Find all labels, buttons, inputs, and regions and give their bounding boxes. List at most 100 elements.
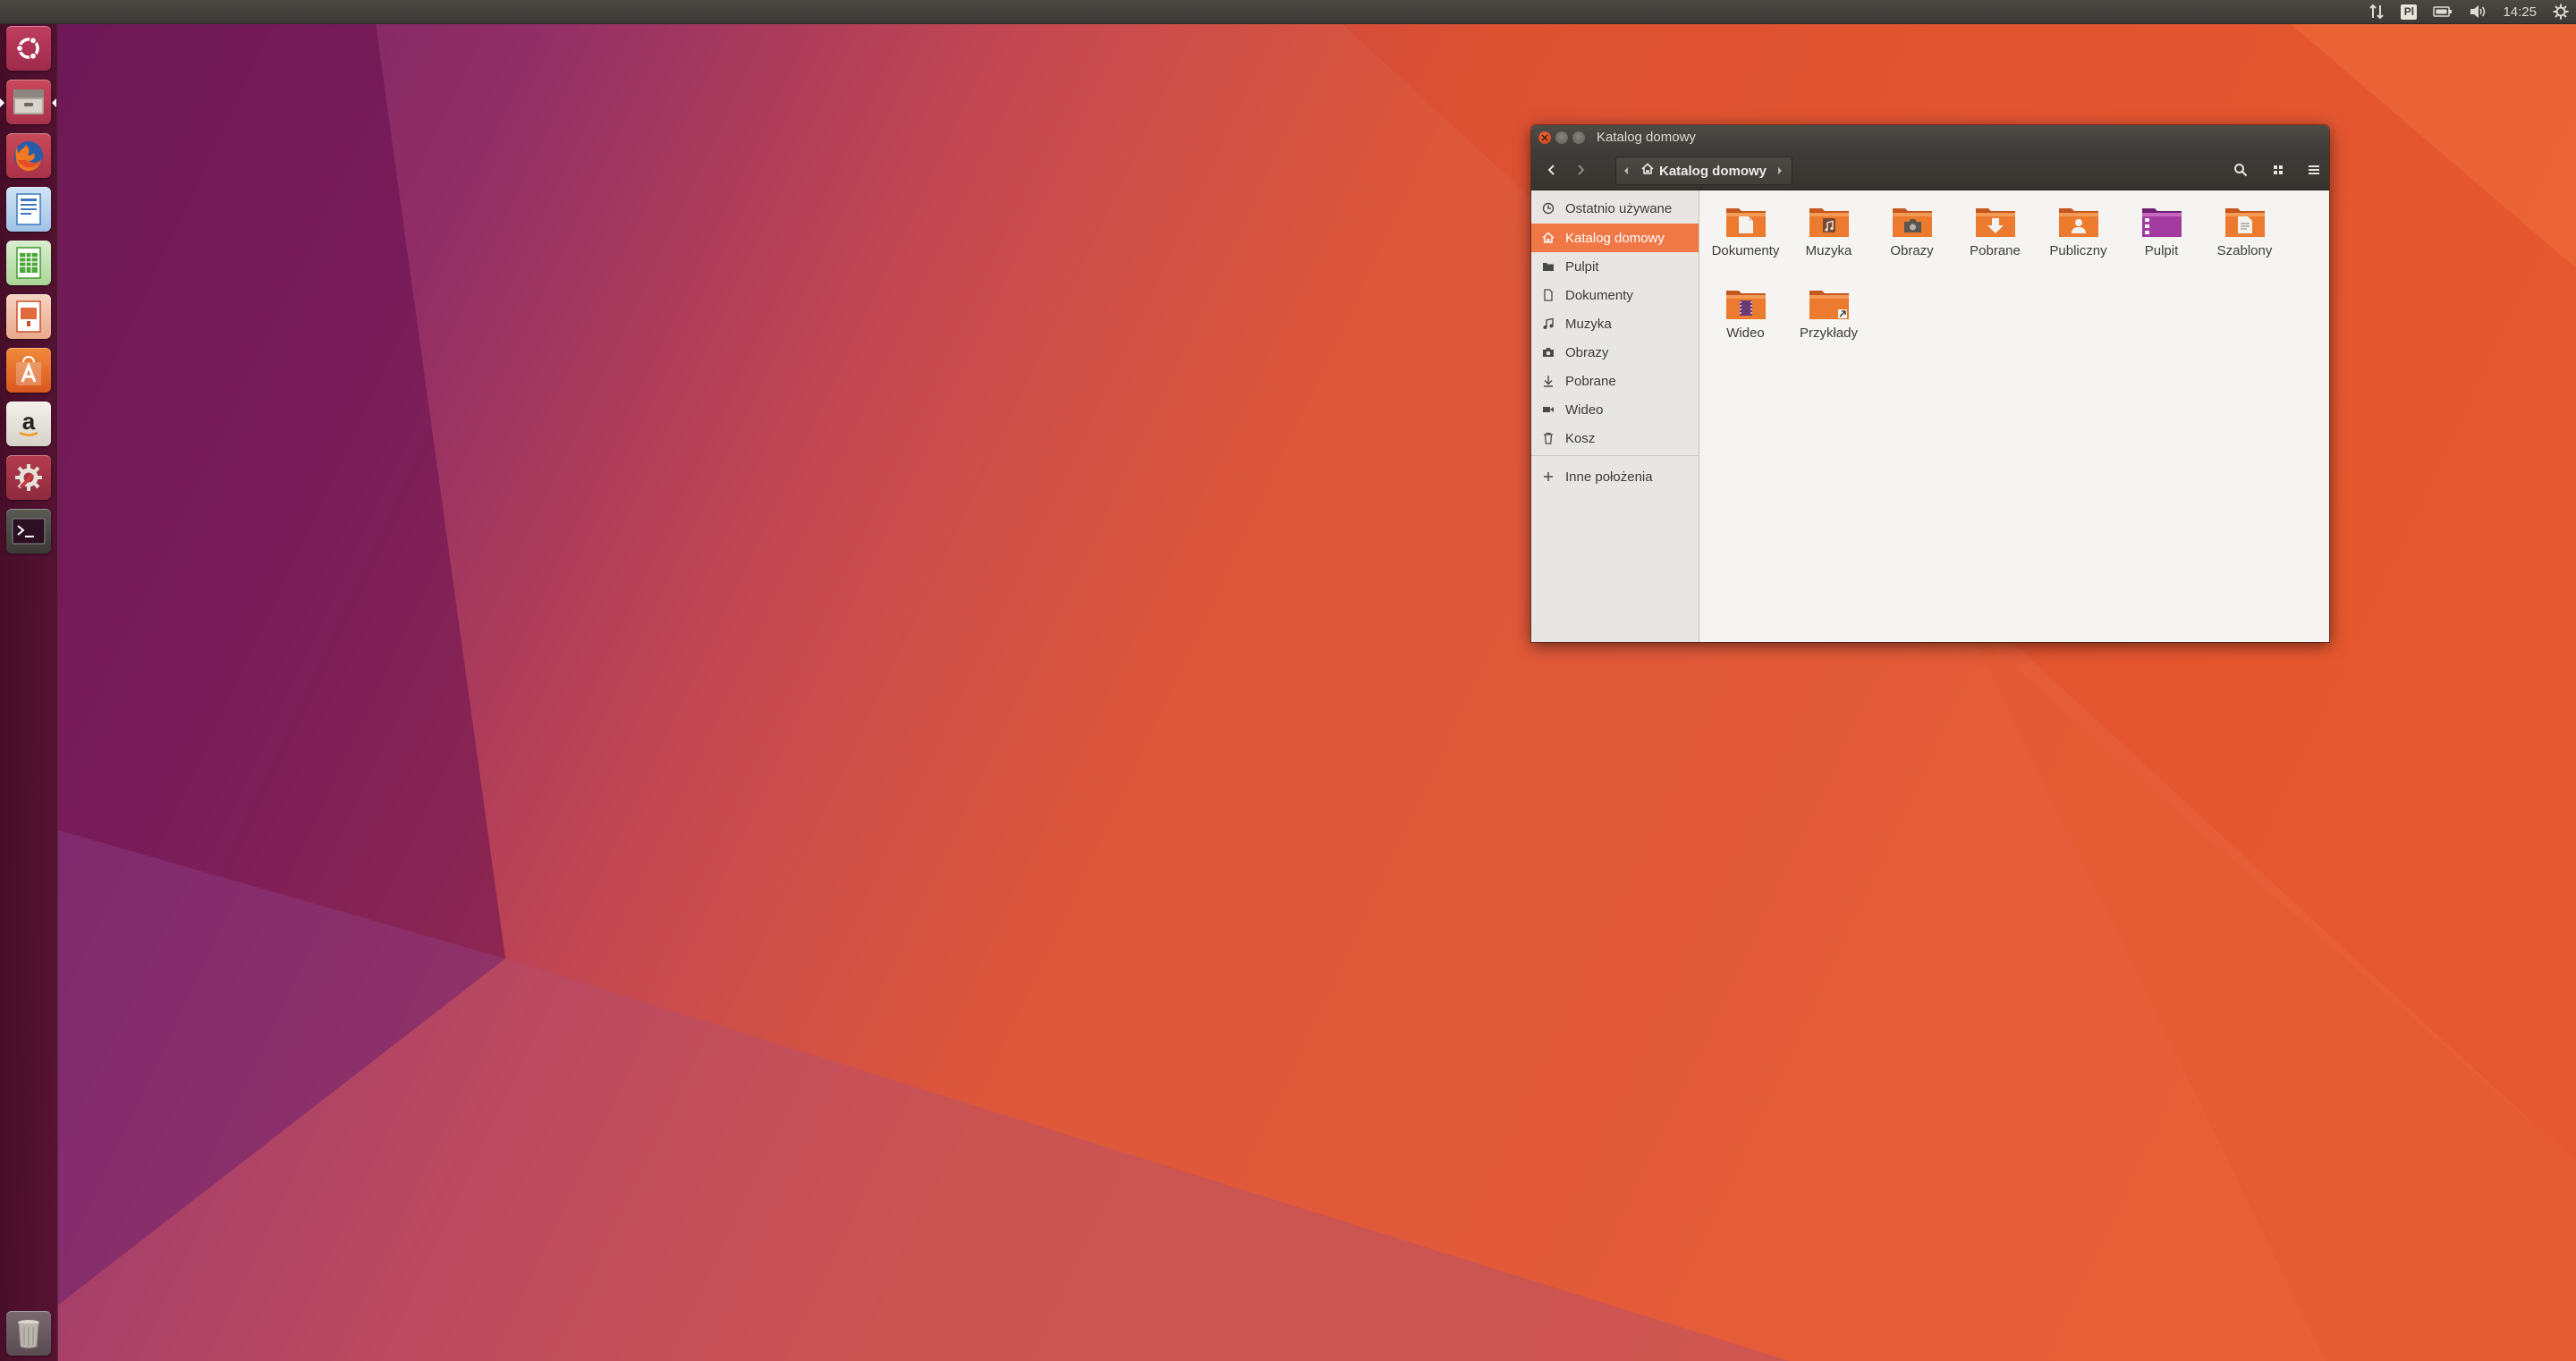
forward-button[interactable] (1567, 157, 1594, 182)
sidebar-item-pictures[interactable]: Obrazy (1531, 338, 1699, 367)
sidebar-item-documents[interactable]: Dokumenty (1531, 281, 1699, 309)
folder-videos-icon (1724, 285, 1767, 321)
sidebar-item-label: Muzyka (1565, 316, 1612, 332)
focus-indicator (52, 98, 56, 107)
ubuntu-logo-icon[interactable] (6, 26, 51, 71)
folder-label: Pulpit (2144, 243, 2179, 258)
places-sidebar: Ostatnio używane Katalog domowy Pulpit D… (1531, 190, 1699, 642)
minimize-window-button[interactable] (1555, 131, 1568, 144)
sidebar-item-trash[interactable]: Kosz (1531, 424, 1699, 452)
path-home-button[interactable]: Katalog domowy (1636, 157, 1770, 184)
folder-examples-icon (1808, 285, 1851, 321)
folder-label: Szablony (2216, 243, 2273, 258)
sidebar-item-recent[interactable]: Ostatnio używane (1531, 194, 1699, 223)
home-icon (1540, 230, 1556, 246)
clock[interactable]: 14:25 (2503, 4, 2537, 20)
close-window-button[interactable] (1538, 131, 1551, 144)
trash-icon[interactable] (6, 1311, 51, 1356)
folder-item[interactable]: Szablony (2203, 203, 2286, 259)
folder-item[interactable]: Pobrane (1953, 203, 2037, 259)
folder-label: Pobrane (1970, 243, 2021, 258)
maximize-window-button[interactable] (1572, 131, 1585, 144)
title-bar[interactable]: Katalog domowy (1531, 125, 2329, 150)
back-button[interactable] (1538, 157, 1565, 182)
download-arrow-icon (1540, 373, 1556, 389)
writer-icon[interactable] (6, 187, 51, 232)
sidebar-item-label: Wideo (1565, 402, 1604, 418)
folder-documents-icon (1724, 203, 1767, 239)
software-bag-icon[interactable] (6, 348, 51, 393)
amazon-icon[interactable]: a (6, 402, 51, 446)
search-icon (2234, 164, 2248, 177)
menu-button[interactable] (2301, 157, 2327, 182)
folder-music-icon (1808, 203, 1851, 239)
file-cabinet-icon[interactable] (6, 80, 51, 124)
folder-label: Obrazy (1890, 243, 1934, 258)
path-current-label: Katalog domowy (1659, 163, 1767, 179)
folder-item[interactable]: Przykłady (1787, 285, 1870, 342)
folder-item[interactable]: Muzyka (1787, 203, 1870, 259)
folder-item[interactable]: Obrazy (1870, 203, 1953, 259)
top-panel: Pl 14:25 (0, 0, 2576, 23)
folder-templates-icon (2224, 203, 2267, 239)
sidebar-item-other-locations[interactable]: Inne położenia (1531, 462, 1699, 491)
music-note-icon (1540, 316, 1556, 332)
firefox-icon[interactable] (6, 133, 51, 178)
keyboard-layout-icon[interactable]: Pl (2401, 4, 2418, 20)
folder-downloads-icon (1974, 203, 2017, 239)
running-indicator (0, 98, 4, 107)
folder-item[interactable]: Pulpit (2120, 203, 2203, 259)
desktop-folder-icon (1540, 258, 1556, 275)
folder-item[interactable]: Wideo (1704, 285, 1787, 342)
sidebar-separator (1531, 455, 1699, 456)
folder-label: Przykłady (1799, 325, 1859, 341)
sidebar-item-desktop[interactable]: Pulpit (1531, 252, 1699, 281)
document-icon (1540, 287, 1556, 303)
folder-pictures-icon (1891, 203, 1934, 239)
window-title: Katalog domowy (1597, 130, 1696, 145)
path-bar: Katalog domowy (1615, 156, 1792, 185)
file-manager-window: Katalog domowy Katalog domowy Ostatnio u… (1531, 125, 2329, 642)
clock-icon (1540, 200, 1556, 216)
folder-label: Dokumenty (1711, 243, 1780, 258)
path-scroll-left-button[interactable] (1616, 157, 1636, 184)
search-button[interactable] (2227, 157, 2254, 182)
folder-item[interactable]: Publiczny (2037, 203, 2120, 259)
settings-icon[interactable] (6, 455, 51, 500)
folder-label: Publiczny (2049, 243, 2107, 258)
sidebar-item-downloads[interactable]: Pobrane (1531, 367, 1699, 395)
calc-icon[interactable] (6, 241, 51, 285)
folder-desktop-icon (2140, 203, 2183, 239)
sidebar-item-label: Ostatnio używane (1565, 200, 1673, 216)
sidebar-item-music[interactable]: Muzyka (1531, 309, 1699, 338)
video-camera-icon (1540, 402, 1556, 418)
view-mode-button[interactable] (2265, 157, 2292, 182)
sidebar-item-label: Kosz (1565, 430, 1596, 446)
network-icon[interactable] (2368, 4, 2385, 20)
plus-icon (1540, 469, 1556, 485)
terminal-icon[interactable] (6, 509, 51, 554)
sidebar-item-label: Inne położenia (1565, 469, 1653, 485)
sidebar-item-videos[interactable]: Wideo (1531, 395, 1699, 424)
sidebar-item-label: Katalog domowy (1565, 230, 1665, 246)
home-icon (1641, 163, 1654, 179)
volume-icon[interactable] (2469, 4, 2487, 19)
impress-icon[interactable] (6, 294, 51, 339)
indicator-area: Pl 14:25 (2368, 0, 2569, 23)
toolbar: Katalog domowy (1531, 150, 2329, 190)
sidebar-item-label: Pobrane (1565, 373, 1616, 389)
sidebar-item-home[interactable]: Katalog domowy (1531, 224, 1699, 252)
grid-view-icon (2274, 165, 2283, 174)
folder-item[interactable]: Dokumenty (1704, 203, 1787, 259)
icon-view: Dokumenty Muzyka Obrazy Pobrane Publiczn… (1699, 190, 2329, 642)
path-scroll-right-button[interactable] (1770, 157, 1790, 184)
trash-icon (1540, 430, 1556, 446)
folder-label: Muzyka (1805, 243, 1852, 258)
sidebar-item-label: Obrazy (1565, 344, 1609, 360)
launcher: a (0, 23, 58, 1361)
folder-label: Wideo (1726, 325, 1765, 341)
hamburger-menu-icon (2309, 165, 2319, 174)
sidebar-item-label: Pulpit (1565, 258, 1599, 275)
battery-icon[interactable] (2433, 5, 2453, 18)
session-gear-icon[interactable] (2553, 4, 2569, 20)
